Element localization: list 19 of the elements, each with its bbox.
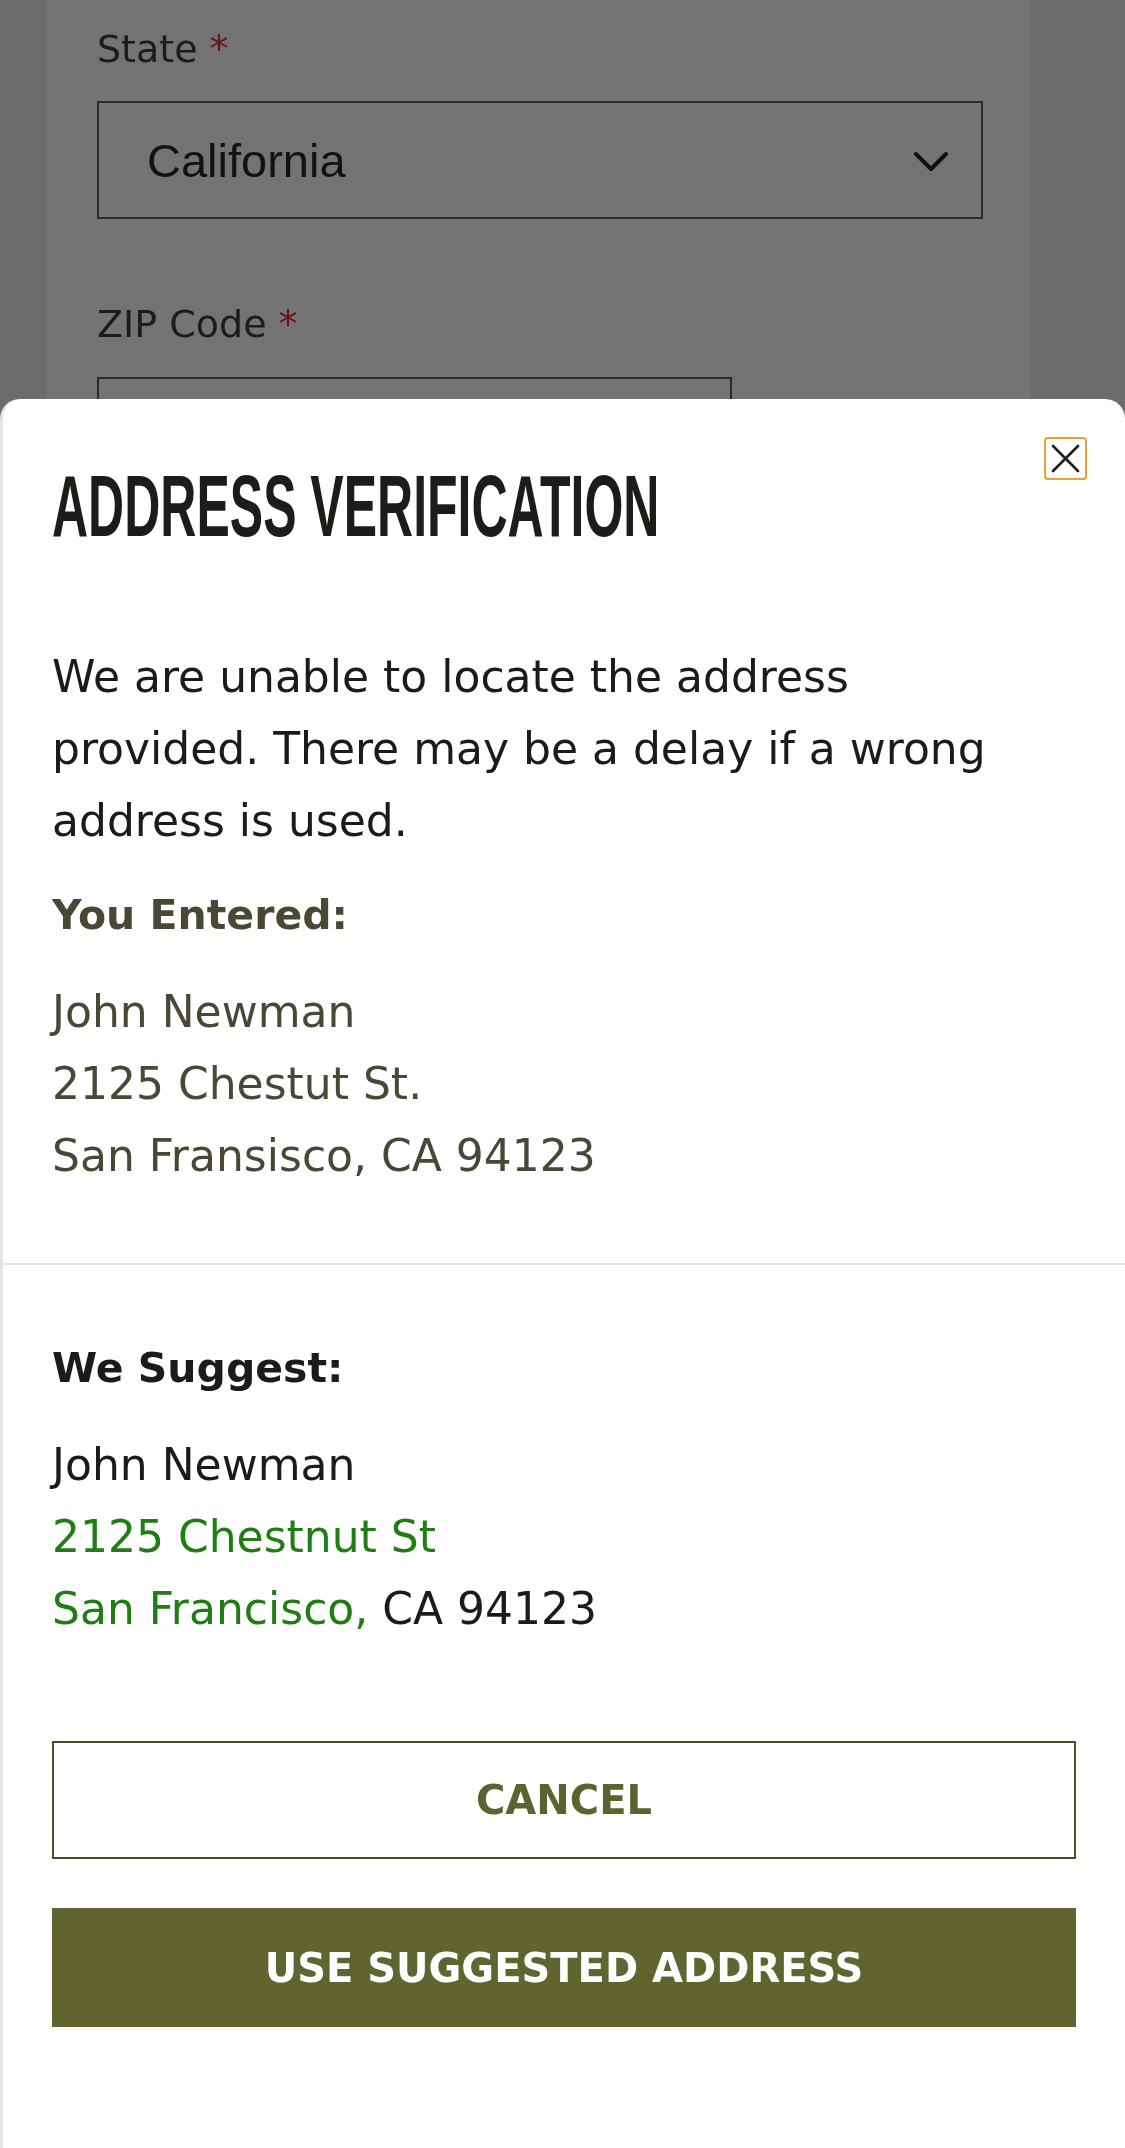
close-icon	[1051, 444, 1080, 473]
dialog-title: ADDRESS VERIFICATION	[52, 462, 660, 550]
field-label: State	[97, 26, 198, 72]
close-button[interactable]	[1044, 437, 1087, 480]
field-label: ZIP Code	[97, 301, 267, 347]
select-field[interactable]: California	[97, 101, 983, 219]
cancel-button[interactable]: CANCEL	[52, 1741, 1076, 1859]
chevron-icon	[914, 152, 948, 172]
required-mark: *	[278, 301, 298, 347]
address-line: 2125 Chestut St.	[52, 1057, 424, 1111]
section-heading: We Suggest:	[52, 1343, 345, 1394]
address-text: San Francisco,	[52, 1582, 369, 1636]
section-heading: You Entered:	[52, 890, 349, 941]
confirm-button[interactable]: USE SUGGESTED ADDRESS	[52, 1908, 1076, 2027]
message-text: We are unable to locate the address provided. There may be a delay if a wrong address is used.	[52, 650, 987, 848]
address-line: San Fransisco, CA 94123	[52, 1129, 597, 1183]
address-text: 2125 Chestnut St	[52, 1510, 436, 1564]
address-text: CA 94123	[382, 1582, 598, 1636]
required-mark: *	[209, 26, 229, 72]
